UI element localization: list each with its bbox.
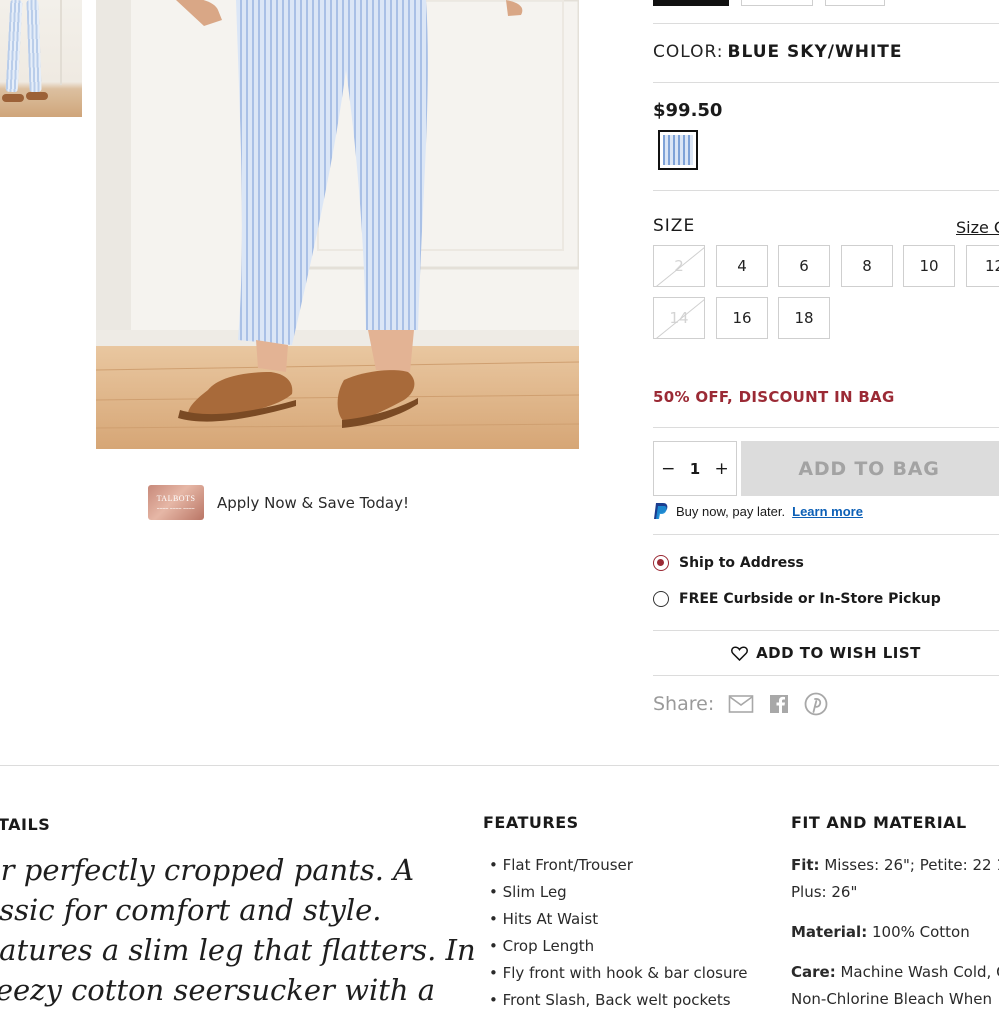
details-heading: TAILS (0, 815, 51, 834)
divider (653, 23, 999, 24)
email-share-icon[interactable] (728, 694, 754, 714)
credit-card-promo-text[interactable]: Apply Now & Save Today! (217, 494, 409, 512)
fit-material-heading: FIT AND MATERIAL (791, 813, 967, 832)
share-label: Share: (653, 693, 715, 715)
pinterest-share-icon[interactable] (804, 692, 828, 716)
ship-to-address-label: Ship to Address (679, 555, 804, 571)
pickup-option[interactable]: FREE Curbside or In-Store Pickup (653, 591, 941, 607)
paypal-learn-more-link[interactable]: Learn more (792, 504, 863, 519)
divider (653, 675, 999, 676)
section-divider (0, 765, 999, 766)
facebook-share-icon[interactable] (768, 693, 790, 715)
pickup-label: FREE Curbside or In-Store Pickup (679, 591, 941, 607)
features-list: Flat Front/Trouser Slim Leg Hits At Wais… (489, 852, 748, 1014)
care-value: Machine Wash Cold, C (840, 963, 999, 981)
material-label: Material: (791, 923, 868, 941)
plus-icon[interactable]: + (715, 459, 729, 479)
size-option-12[interactable]: 12 (966, 245, 999, 287)
divider (653, 534, 999, 535)
product-thumbnail[interactable] (0, 0, 82, 117)
fit-label: Fit: (791, 856, 820, 874)
size-option-8[interactable]: 8 (841, 245, 893, 287)
add-to-bag-button[interactable]: ADD TO BAG (741, 441, 999, 496)
material-line: Material: 100% Cotton (791, 919, 999, 946)
size-chart-link[interactable]: Size C (956, 218, 999, 237)
feature-item: Slim Leg (489, 879, 748, 906)
top-swatch-edges (653, 0, 885, 6)
size-option-4[interactable]: 4 (716, 245, 768, 287)
feature-item: Fly front with hook & bar closure (489, 960, 748, 987)
color-row: COLOR: BLUE SKY/WHITE (653, 42, 902, 62)
paypal-text: Buy now, pay later. (676, 503, 786, 519)
discount-message: 50% OFF, DISCOUNT IN BAG (653, 388, 895, 406)
credit-card-image: TALBOTS ━━━━ ━━━━ ━━━━ (148, 485, 204, 520)
quantity-stepper[interactable]: − 1 + (653, 441, 737, 496)
description-line: eatures a slim leg that flatters. In (0, 933, 476, 967)
size-option-18[interactable]: 18 (778, 297, 830, 339)
radio-unselected-icon[interactable] (653, 591, 669, 607)
credit-card-promo[interactable]: TALBOTS ━━━━ ━━━━ ━━━━ Apply Now & Save … (148, 485, 409, 520)
size-label: SIZE (653, 216, 696, 236)
divider (653, 82, 999, 83)
care-label: Care: (791, 963, 836, 981)
color-value: BLUE SKY/WHITE (727, 42, 903, 62)
fit-material-content: Fit: Misses: 26"; Petite: 22 1/2 Plus: 2… (791, 852, 999, 1013)
size-option-2-unavailable: 2 (653, 245, 705, 287)
paypal-icon (654, 503, 668, 519)
feature-item: Front Slash, Back welt pockets (489, 987, 748, 1014)
product-price: $99.50 (653, 100, 723, 121)
description-line: ur perfectly cropped pants. A (0, 853, 415, 887)
heart-icon (731, 645, 749, 661)
care-line: Care: Machine Wash Cold, C (791, 959, 999, 986)
color-swatch-selected[interactable] (658, 130, 698, 170)
feature-item: Hits At Waist (489, 906, 748, 933)
size-option-16[interactable]: 16 (716, 297, 768, 339)
feature-item: Flat Front/Trouser (489, 852, 748, 879)
color-label: COLOR: (653, 42, 724, 62)
divider (653, 427, 999, 428)
ship-to-address-option[interactable]: Ship to Address (653, 555, 804, 571)
size-option-6[interactable]: 6 (778, 245, 830, 287)
quantity-value[interactable]: 1 (690, 460, 700, 478)
fit-line: Fit: Misses: 26"; Petite: 22 1/2 (791, 852, 999, 879)
add-to-wish-list-button[interactable]: ADD TO WISH LIST (653, 631, 999, 675)
radio-selected-icon[interactable] (653, 555, 669, 571)
paypal-pay-later: Buy now, pay later. Learn more (653, 502, 863, 520)
size-option-10[interactable]: 10 (903, 245, 955, 287)
features-heading: FEATURES (483, 813, 579, 832)
add-to-bag-label: ADD TO BAG (798, 457, 940, 480)
product-main-image[interactable] (96, 0, 579, 449)
product-description: ur perfectly cropped pants. A assic for … (0, 850, 476, 1010)
share-row: Share: (653, 692, 828, 716)
material-value: 100% Cotton (871, 923, 970, 941)
minus-icon[interactable]: − (661, 459, 675, 479)
size-option-14-unavailable: 14 (653, 297, 705, 339)
description-line: reezy cotton seersucker with a (0, 973, 436, 1007)
feature-item: Crop Length (489, 933, 748, 960)
fit-value: Misses: 26"; Petite: 22 1/2 (824, 856, 999, 874)
wish-list-label: ADD TO WISH LIST (756, 644, 921, 662)
fit-line-2: Plus: 26" (791, 883, 858, 901)
description-line: assic for comfort and style. (0, 893, 382, 927)
divider (653, 190, 999, 191)
